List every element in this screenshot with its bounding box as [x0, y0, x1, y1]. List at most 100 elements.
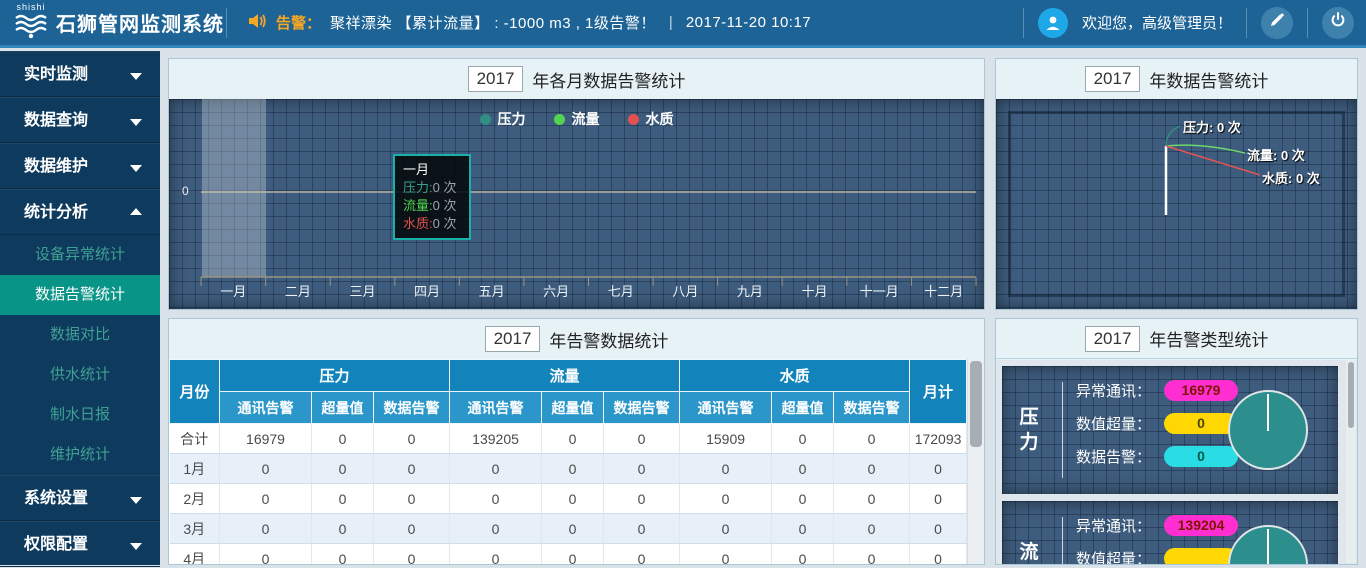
- chart-tooltip: 一月 压力:0 次 流量:0 次 水质:0 次: [393, 154, 471, 240]
- chevron-down-icon: [130, 497, 142, 504]
- legend-label: 流量: [572, 109, 600, 129]
- pie-radius-line: [1267, 394, 1269, 431]
- sidebar-item-maintenance-stats[interactable]: 维护统计: [0, 435, 160, 475]
- app-header: shishi 石狮管网监测系统 告警： 聚祥漂染 【累计流量】 : -1000 …: [0, 0, 1366, 48]
- year-pie-chart[interactable]: 压力: 0 次 流量: 0 次 水质: 0 次: [996, 99, 1357, 309]
- scrollbar-thumb[interactable]: [970, 361, 982, 447]
- table-row[interactable]: 3月 0 0 0 0 0 0 0 0 0 0: [170, 514, 967, 544]
- col-sub-over-limit: 超量值: [312, 392, 374, 424]
- table-cell: 139205: [450, 424, 542, 454]
- year-input[interactable]: 2017: [1085, 66, 1141, 92]
- table-cell: 0: [374, 484, 450, 514]
- header-divider: [1246, 8, 1247, 38]
- x-axis-labels: 一月 二月 三月 四月 五月 六月 七月 八月 九月 十月 十一月 十二月: [201, 281, 976, 300]
- tooltip-series-name: 水质:: [403, 216, 433, 231]
- speaker-icon: [247, 12, 267, 34]
- stat-label: 数值超量：: [1076, 413, 1164, 434]
- tooltip-row: 流量:0 次: [403, 197, 461, 215]
- table-cell: 合计: [170, 424, 220, 454]
- logout-button[interactable]: [1322, 7, 1354, 39]
- tooltip-series-value: 0 次: [433, 180, 457, 195]
- table-cell: 4月: [170, 544, 220, 565]
- table-scrollbar[interactable]: [967, 359, 984, 564]
- table-cell: 0: [772, 484, 834, 514]
- sidebar-item-data-alarm-stats[interactable]: 数据告警统计: [0, 275, 160, 315]
- table-cell: 1月: [170, 454, 220, 484]
- year-input[interactable]: 2017: [468, 66, 524, 92]
- sidebar-item-data-compare[interactable]: 数据对比: [0, 315, 160, 355]
- col-group-flow: 流量: [450, 360, 680, 392]
- legend-item-quality[interactable]: 水质: [628, 109, 674, 129]
- table-cell: 0: [910, 484, 967, 514]
- table-cell: 0: [604, 424, 680, 454]
- table-cell: 0: [772, 544, 834, 565]
- x-axis-label: 十一月: [847, 281, 912, 300]
- stat-rows: 异常通讯： 139204 数值超量：: [1076, 514, 1238, 564]
- sidebar-item-device-abnormal-stats[interactable]: 设备异常统计: [0, 235, 160, 275]
- table-cell: 16979: [220, 424, 312, 454]
- category-divider: [1062, 517, 1063, 564]
- legend-dot-icon: [554, 114, 565, 125]
- table-cell: 0: [450, 454, 542, 484]
- sidebar-item-water-daily-report[interactable]: 制水日报: [0, 395, 160, 435]
- table-cell: 0: [910, 454, 967, 484]
- table-row[interactable]: 4月 0 0 0 0 0 0 0 0 0 0: [170, 544, 967, 565]
- sidebar-item-stat-analysis[interactable]: 统计分析: [0, 189, 160, 235]
- table-cell: 15909: [680, 424, 772, 454]
- monthly-alarm-chart-panel: 2017 年各月数据告警统计 压力 流量: [168, 58, 985, 310]
- table-row[interactable]: 合计 16979 0 0 139205 0 0 15909 0 0 172093: [170, 424, 967, 454]
- sidebar-item-data-query[interactable]: 数据查询: [0, 97, 160, 143]
- x-axis-label: 一月: [201, 281, 266, 300]
- table-cell: 0: [312, 454, 374, 484]
- sidebar-item-water-supply-stats[interactable]: 供水统计: [0, 355, 160, 395]
- type-card-flow: 流量 异常通讯： 139204 数值超量：: [1002, 501, 1338, 564]
- pie-label-quality: 水质: 0 次: [1262, 168, 1320, 187]
- x-axis-label: 十二月: [911, 281, 976, 300]
- x-axis-label: 五月: [459, 281, 524, 300]
- sidebar-item-permission-config[interactable]: 权限配置: [0, 521, 160, 567]
- header-divider: [1023, 8, 1024, 38]
- logo-text-small: shishi: [16, 3, 45, 12]
- panel-header: 2017 年告警数据统计: [169, 319, 984, 359]
- pie-chart[interactable]: [1228, 390, 1308, 470]
- table-cell: 0: [542, 454, 604, 484]
- chevron-down-icon: [130, 73, 142, 80]
- panel-scrollbar[interactable]: [1346, 360, 1356, 563]
- stat-label: 数值超量：: [1076, 548, 1164, 565]
- monthly-line-chart[interactable]: 压力 流量 水质 0 一月 二月 三月 四月 五月 六月 七月: [169, 99, 984, 309]
- pencil-icon: [1269, 12, 1285, 33]
- panel-title: 年数据告警统计: [1149, 67, 1268, 92]
- tooltip-row: 水质:0 次: [403, 215, 461, 233]
- year-input[interactable]: 2017: [1085, 326, 1141, 352]
- col-sub-data-alarm: 数据告警: [604, 392, 680, 424]
- sidebar-item-data-maintain[interactable]: 数据维护: [0, 143, 160, 189]
- table-row[interactable]: 1月 0 0 0 0 0 0 0 0 0 0: [170, 454, 967, 484]
- table-cell: 0: [834, 484, 910, 514]
- pie-label-flow: 流量: 0 次: [1247, 145, 1305, 164]
- table-cell: 0: [604, 454, 680, 484]
- table-cell: 3月: [170, 514, 220, 544]
- year-input[interactable]: 2017: [485, 326, 541, 352]
- legend-item-flow[interactable]: 流量: [554, 109, 600, 129]
- table-cell: 0: [834, 514, 910, 544]
- table-cell: 0: [450, 544, 542, 565]
- alert-message: 聚祥漂染 【累计流量】 : -1000 m3 , 1级告警！: [330, 12, 656, 33]
- table-row[interactable]: 2月 0 0 0 0 0 0 0 0 0 0: [170, 484, 967, 514]
- edit-button[interactable]: [1261, 7, 1293, 39]
- alarm-table: 月份 压力 流量 水质 月计 通讯告警 超量值 数据告警 通讯告警 超量值: [169, 359, 967, 564]
- alert-bar: 告警： 聚祥漂染 【累计流量】 : -1000 m3 , 1级告警！ | 201…: [247, 12, 811, 34]
- sidebar-item-system-settings[interactable]: 系统设置: [0, 475, 160, 521]
- col-header-month: 月份: [170, 360, 220, 424]
- legend-item-pressure[interactable]: 压力: [480, 109, 526, 129]
- table-cell: 0: [680, 454, 772, 484]
- sidebar-item-realtime[interactable]: 实时监测: [0, 51, 160, 97]
- sidebar: 实时监测 数据查询 数据维护 统计分析 设备异常统计 数据告警统计 数据对比 供…: [0, 51, 160, 565]
- stat-value-badge: 139204: [1164, 515, 1238, 536]
- chart-canvas: [169, 99, 984, 309]
- x-axis-label: 三月: [330, 281, 395, 300]
- col-sub-comm-alarm: 通讯告警: [450, 392, 542, 424]
- scrollbar-thumb[interactable]: [1348, 362, 1354, 428]
- panel-title: 年告警类型统计: [1149, 326, 1268, 351]
- user-avatar[interactable]: [1038, 8, 1068, 38]
- pie-chart[interactable]: [1228, 525, 1308, 564]
